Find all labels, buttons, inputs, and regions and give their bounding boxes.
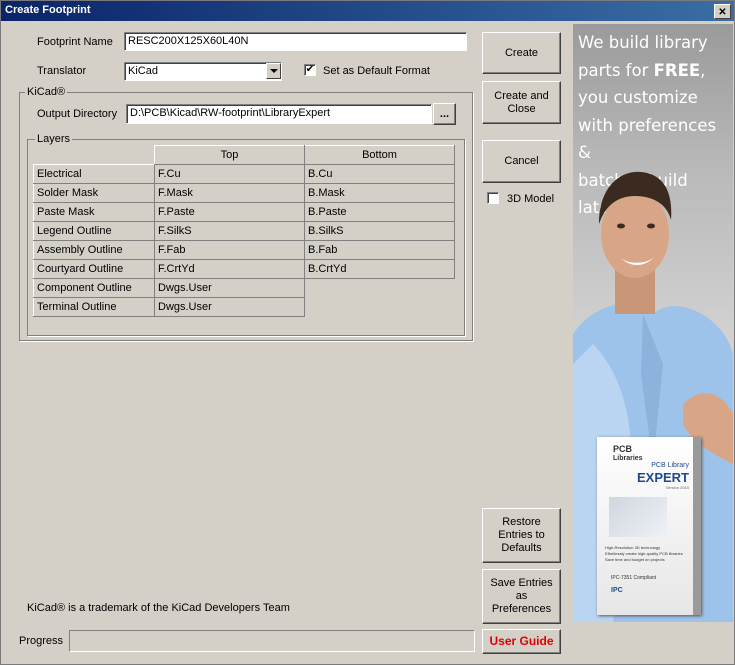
top-layer-cell[interactable]: F.Cu xyxy=(154,164,305,184)
bottom-layer-cell[interactable]: B.Paste xyxy=(304,202,455,222)
layers-table: Top Bottom Electrical F.Cu B.Cu Solder M… xyxy=(33,145,455,317)
row-label: Component Outline xyxy=(33,278,155,298)
kicad-group-label: KiCad® xyxy=(25,86,68,98)
translator-value: KiCad xyxy=(128,65,158,77)
browse-button[interactable]: ... xyxy=(433,103,456,125)
table-row: Terminal Outline Dwgs.User xyxy=(33,297,455,317)
ad-line-2-a: parts for xyxy=(578,60,654,80)
bottom-layer-cell[interactable]: B.CrtYd xyxy=(304,259,455,279)
top-layer-cell[interactable]: F.Paste xyxy=(154,202,305,222)
ipc-logo: IPC xyxy=(611,587,623,594)
table-row: Electrical F.Cu B.Cu xyxy=(33,164,455,184)
box-bullets: High-Resolution 3D technology Effortless… xyxy=(605,545,685,563)
ad-line-2: parts for FREE, xyxy=(578,57,733,85)
row-label: Electrical xyxy=(33,164,155,184)
save-label-1: Save Entries xyxy=(490,577,553,589)
user-guide-button[interactable]: User Guide xyxy=(482,629,561,654)
box-title-1: PCB Library xyxy=(651,462,689,469)
brand-line-1: PCB xyxy=(613,444,633,454)
trademark-text: KiCad® is a trademark of the KiCad Devel… xyxy=(27,602,290,614)
table-row: Assembly Outline F.Fab B.Fab xyxy=(33,240,455,260)
ad-line-4: with preferences & xyxy=(578,115,717,163)
ad-line-3: you customize xyxy=(578,88,698,107)
bottom-layer-cell[interactable]: B.Mask xyxy=(304,183,455,203)
output-directory-input[interactable]: D:\PCB\Kicad\RW-footprint\LibraryExpert xyxy=(126,104,432,124)
row-label: Paste Mask xyxy=(33,202,155,222)
restore-defaults-button[interactable]: Restore Entries to Defaults xyxy=(482,508,561,563)
row-label: Courtyard Outline xyxy=(33,259,155,279)
create-and-close-label-1: Create and xyxy=(494,89,549,102)
box-title-2: EXPERT xyxy=(636,470,689,485)
footprint-name-label: Footprint Name xyxy=(37,36,113,48)
pcb-libraries-logo: PCB Libraries xyxy=(613,445,643,463)
save-label-2: as xyxy=(515,590,528,602)
default-format-checkbox[interactable]: ✔ xyxy=(304,64,316,76)
empty-cell xyxy=(305,298,455,317)
translator-select[interactable]: KiCad xyxy=(124,62,282,81)
create-footprint-dialog: Create Footprint ✕ Footprint Name RESC20… xyxy=(0,0,735,665)
table-row: Courtyard Outline F.CrtYd B.CrtYd xyxy=(33,259,455,279)
top-layer-cell[interactable]: Dwgs.User xyxy=(154,278,305,298)
layers-header-row: Top Bottom xyxy=(34,145,455,165)
ad-banner[interactable]: We build library parts for FREE, you cus… xyxy=(573,24,733,622)
default-format-label: Set as Default Format xyxy=(323,65,430,77)
brand-line-2: Libraries xyxy=(613,455,643,462)
progress-bar xyxy=(69,630,475,652)
row-label: Solder Mask xyxy=(33,183,155,203)
3d-model-label: 3D Model xyxy=(507,193,555,205)
checkmark-icon: ✔ xyxy=(305,64,315,75)
box-compliance: IPC-7351 Compliant xyxy=(611,575,657,581)
top-layer-cell[interactable]: F.CrtYd xyxy=(154,259,305,279)
footprint-name-input[interactable]: RESC200X125X60L40N xyxy=(124,32,467,51)
box-version: Version 2015 xyxy=(665,485,689,490)
box-bullet-3: Save time and budget on projects xyxy=(605,557,665,562)
translator-label: Translator xyxy=(37,65,87,77)
row-label: Legend Outline xyxy=(33,221,155,241)
top-layer-cell[interactable]: F.Fab xyxy=(154,240,305,260)
restore-label-1: Restore xyxy=(502,516,541,528)
ad-line-2-free: FREE xyxy=(653,60,701,80)
restore-label-3: Defaults xyxy=(501,542,542,554)
bottom-layer-cell[interactable]: B.Cu xyxy=(304,164,455,184)
top-layer-cell[interactable]: F.Mask xyxy=(154,183,305,203)
cancel-button[interactable]: Cancel xyxy=(482,140,561,183)
title-bar: Create Footprint ✕ xyxy=(1,1,734,21)
top-layer-cell[interactable]: F.SilkS xyxy=(154,221,305,241)
ad-line-1: We build library xyxy=(578,33,708,52)
table-row: Legend Outline F.SilkS B.SilkS xyxy=(33,221,455,241)
table-row: Component Outline Dwgs.User xyxy=(33,278,455,298)
empty-cell xyxy=(305,279,455,298)
header-spacer xyxy=(34,146,155,165)
save-label-3: Preferences xyxy=(491,603,552,615)
close-button[interactable]: ✕ xyxy=(714,4,731,19)
layers-group-label: Layers xyxy=(35,133,73,145)
row-label: Assembly Outline xyxy=(33,240,155,260)
top-layer-cell[interactable]: Dwgs.User xyxy=(154,297,305,317)
table-row: Solder Mask F.Mask B.Mask xyxy=(33,183,455,203)
close-icon: ✕ xyxy=(718,7,727,18)
box-graphic xyxy=(609,497,667,537)
create-and-close-button[interactable]: Create and Close xyxy=(482,81,561,124)
product-box: PCB Libraries PCB Library EXPERT Version… xyxy=(597,437,701,615)
bottom-layer-cell[interactable]: B.SilkS xyxy=(304,221,455,241)
table-row: Paste Mask F.Paste B.Paste xyxy=(33,202,455,222)
output-directory-label: Output Directory xyxy=(37,108,118,120)
create-and-close-label-2: Close xyxy=(507,102,536,115)
window-title: Create Footprint xyxy=(5,4,91,16)
column-header-top: Top xyxy=(154,145,305,165)
ad-line-2-c: , xyxy=(700,60,706,80)
save-preferences-button[interactable]: Save Entries as Preferences xyxy=(482,569,561,624)
row-label: Terminal Outline xyxy=(33,297,155,317)
chevron-down-icon[interactable] xyxy=(266,63,281,79)
3d-model-checkbox[interactable] xyxy=(487,192,499,204)
progress-label: Progress xyxy=(19,635,64,647)
bottom-layer-cell[interactable]: B.Fab xyxy=(304,240,455,260)
create-button[interactable]: Create xyxy=(482,32,561,74)
column-header-bottom: Bottom xyxy=(304,145,455,165)
restore-label-2: Entries to xyxy=(498,529,545,541)
